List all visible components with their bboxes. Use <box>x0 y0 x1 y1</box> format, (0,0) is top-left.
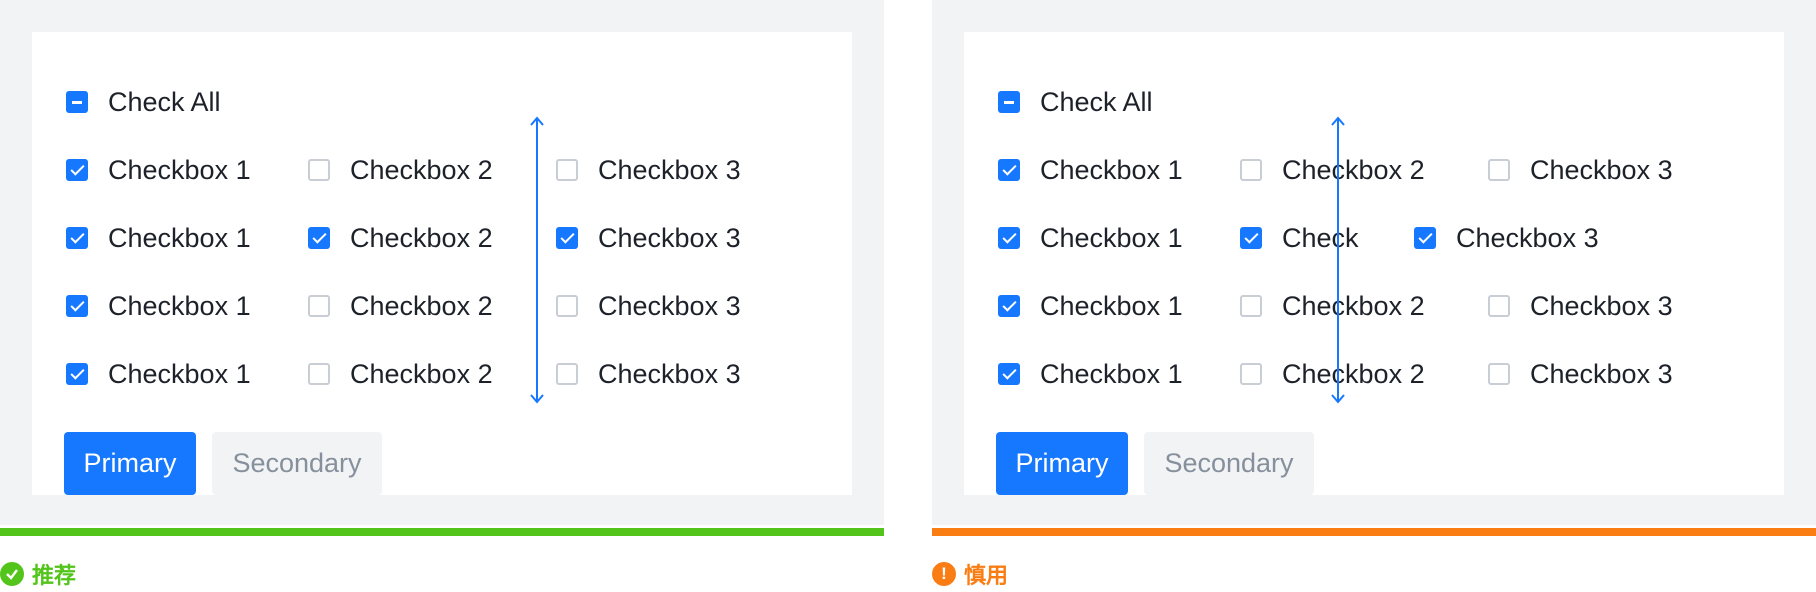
recommend-label: 推荐 <box>32 564 77 589</box>
checkbox-r2-c3[interactable]: Checkbox 3 <box>1414 222 1599 254</box>
recommend-color-bar <box>0 528 884 536</box>
checkbox-label: Checkbox 3 <box>598 223 741 253</box>
checkbox-r3-c1[interactable]: Checkbox 1 <box>998 290 1183 322</box>
checkbox-icon <box>556 295 578 317</box>
checkbox-r3-c3[interactable]: Checkbox 3 <box>556 290 741 322</box>
indeterminate-checkbox-icon <box>66 91 88 113</box>
checkbox-icon <box>998 363 1020 385</box>
checkbox-r1-c1[interactable]: Checkbox 1 <box>66 154 251 186</box>
checkbox-label: Checkbox 2 <box>350 291 493 321</box>
checkbox-r4-c3[interactable]: Checkbox 3 <box>1488 358 1673 390</box>
checkbox-icon <box>308 227 330 249</box>
checkbox-r4-c1[interactable]: Checkbox 1 <box>66 358 251 390</box>
checkbox-label: Checkbox 2 <box>350 359 493 389</box>
checkbox-label: Checkbox 3 <box>1456 223 1599 253</box>
check-all-label: Check All <box>1040 87 1153 117</box>
example-card: Check All Checkbox 1 Checkbox 2 Checkbox… <box>964 32 1784 495</box>
checkbox-label: Checkbox 1 <box>1040 291 1183 321</box>
caution-example-panel: Check All Checkbox 1 Checkbox 2 Checkbox… <box>932 0 1816 536</box>
primary-button[interactable]: Primary <box>64 432 196 495</box>
checkbox-label: Checkbox 1 <box>108 155 251 185</box>
recommended-example-panel: Check All Checkbox 1 Checkbox 2 Checkbox… <box>0 0 884 536</box>
checkbox-label: Checkbox 2 <box>350 223 493 253</box>
checkbox-icon <box>556 363 578 385</box>
checkbox-label: Checkbox 1 <box>108 291 251 321</box>
checkbox-icon <box>1240 363 1262 385</box>
checkbox-label: Checkbox 2 <box>1282 291 1425 321</box>
exclamation-circle-icon: ! <box>932 562 956 586</box>
vertical-spacing-arrow-icon <box>1331 116 1345 404</box>
vertical-spacing-arrow-icon <box>530 116 544 404</box>
checkbox-r2-c3[interactable]: Checkbox 3 <box>556 222 741 254</box>
caution-status: ! 慎用 <box>932 558 1008 590</box>
secondary-button[interactable]: Secondary <box>1144 432 1314 495</box>
secondary-button[interactable]: Secondary <box>212 432 382 495</box>
check-all-checkbox[interactable]: Check All <box>66 86 221 118</box>
checkbox-icon <box>1240 227 1262 249</box>
checkbox-r3-c1[interactable]: Checkbox 1 <box>66 290 251 322</box>
checkbox-icon <box>1488 159 1510 181</box>
checkbox-icon <box>998 159 1020 181</box>
example-card: Check All Checkbox 1 Checkbox 2 Checkbox… <box>32 32 852 495</box>
checkbox-label: Checkbox 2 <box>1282 359 1425 389</box>
check-all-label: Check All <box>108 87 221 117</box>
recommend-status: 推荐 <box>0 558 76 590</box>
checkbox-label: Checkbox 3 <box>598 291 741 321</box>
check-circle-icon <box>0 562 24 586</box>
checkbox-label: Check <box>1282 223 1359 253</box>
checkbox-label: Checkbox 1 <box>1040 223 1183 253</box>
example-frame: Check All Checkbox 1 Checkbox 2 Checkbox… <box>932 0 1816 525</box>
checkbox-label: Checkbox 3 <box>1530 359 1673 389</box>
checkbox-icon <box>556 227 578 249</box>
checkbox-icon <box>1240 159 1262 181</box>
checkbox-icon <box>998 227 1020 249</box>
checkbox-icon <box>66 227 88 249</box>
checkbox-label: Checkbox 1 <box>108 223 251 253</box>
checkbox-icon <box>308 295 330 317</box>
checkbox-r4-c3[interactable]: Checkbox 3 <box>556 358 741 390</box>
checkbox-label: Checkbox 2 <box>350 155 493 185</box>
checkbox-icon <box>1488 295 1510 317</box>
checkbox-r3-c3[interactable]: Checkbox 3 <box>1488 290 1673 322</box>
checkbox-icon <box>308 363 330 385</box>
checkbox-label: Checkbox 2 <box>1282 155 1425 185</box>
checkbox-r1-c3[interactable]: Checkbox 3 <box>1488 154 1673 186</box>
checkbox-icon <box>1240 295 1262 317</box>
checkbox-icon <box>66 295 88 317</box>
checkbox-icon <box>1488 363 1510 385</box>
caution-label: 慎用 <box>964 564 1009 589</box>
checkbox-label: Checkbox 3 <box>598 359 741 389</box>
primary-button[interactable]: Primary <box>996 432 1128 495</box>
checkbox-icon <box>66 159 88 181</box>
checkbox-icon <box>998 295 1020 317</box>
checkbox-r2-c2[interactable]: Checkbox 2 <box>308 222 493 254</box>
checkbox-label: Checkbox 1 <box>1040 155 1183 185</box>
checkbox-label: Checkbox 3 <box>598 155 741 185</box>
checkbox-r4-c2[interactable]: Checkbox 2 <box>308 358 493 390</box>
caution-color-bar <box>932 528 1816 536</box>
checkbox-r4-c1[interactable]: Checkbox 1 <box>998 358 1183 390</box>
checkbox-r1-c3[interactable]: Checkbox 3 <box>556 154 741 186</box>
checkbox-r1-c2[interactable]: Checkbox 2 <box>308 154 493 186</box>
checkbox-label: Checkbox 3 <box>1530 155 1673 185</box>
indeterminate-checkbox-icon <box>998 91 1020 113</box>
checkbox-label: Checkbox 1 <box>108 359 251 389</box>
checkbox-r1-c1[interactable]: Checkbox 1 <box>998 154 1183 186</box>
check-all-checkbox[interactable]: Check All <box>998 86 1153 118</box>
checkbox-label: Checkbox 3 <box>1530 291 1673 321</box>
checkbox-icon <box>308 159 330 181</box>
example-frame: Check All Checkbox 1 Checkbox 2 Checkbox… <box>0 0 884 525</box>
checkbox-label: Checkbox 1 <box>1040 359 1183 389</box>
checkbox-r2-c1[interactable]: Checkbox 1 <box>66 222 251 254</box>
checkbox-r2-c1[interactable]: Checkbox 1 <box>998 222 1183 254</box>
checkbox-r3-c2[interactable]: Checkbox 2 <box>308 290 493 322</box>
checkbox-icon <box>556 159 578 181</box>
checkbox-icon <box>1414 227 1436 249</box>
checkbox-icon <box>66 363 88 385</box>
